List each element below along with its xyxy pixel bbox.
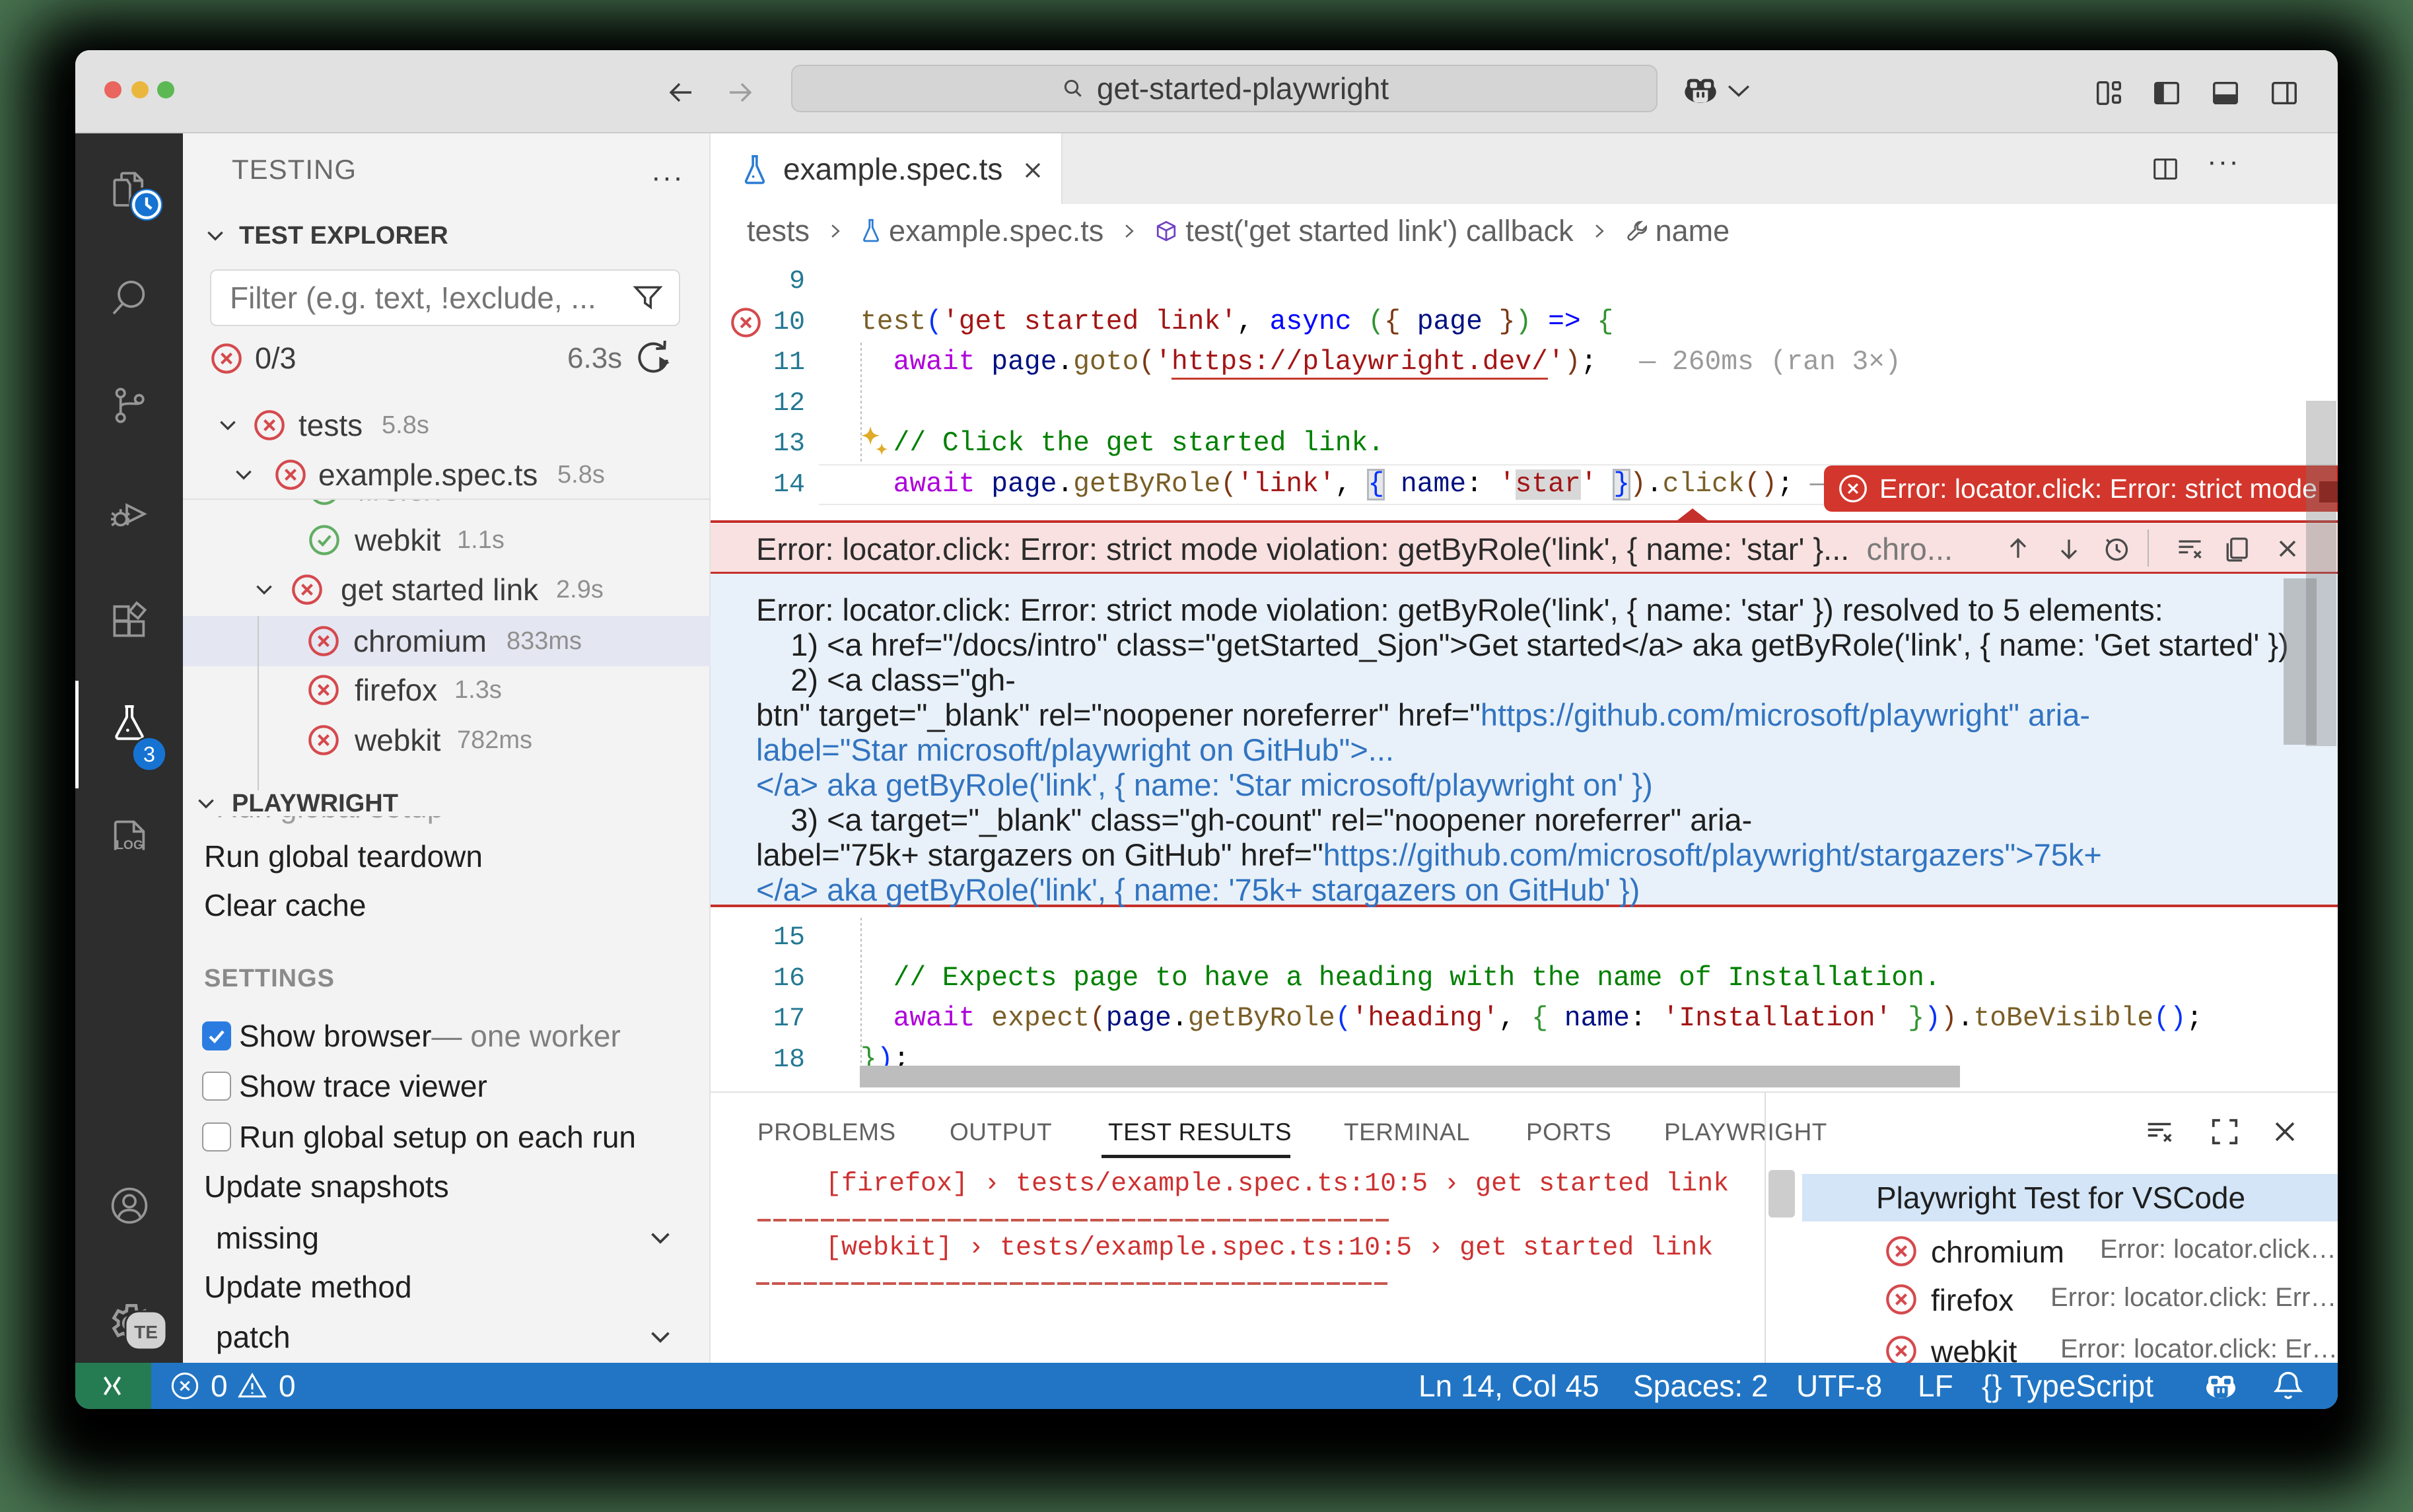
svg-text:3: 3 (143, 742, 155, 767)
svg-text:LOG: LOG (116, 839, 143, 852)
svg-text:TE: TE (134, 1322, 158, 1342)
